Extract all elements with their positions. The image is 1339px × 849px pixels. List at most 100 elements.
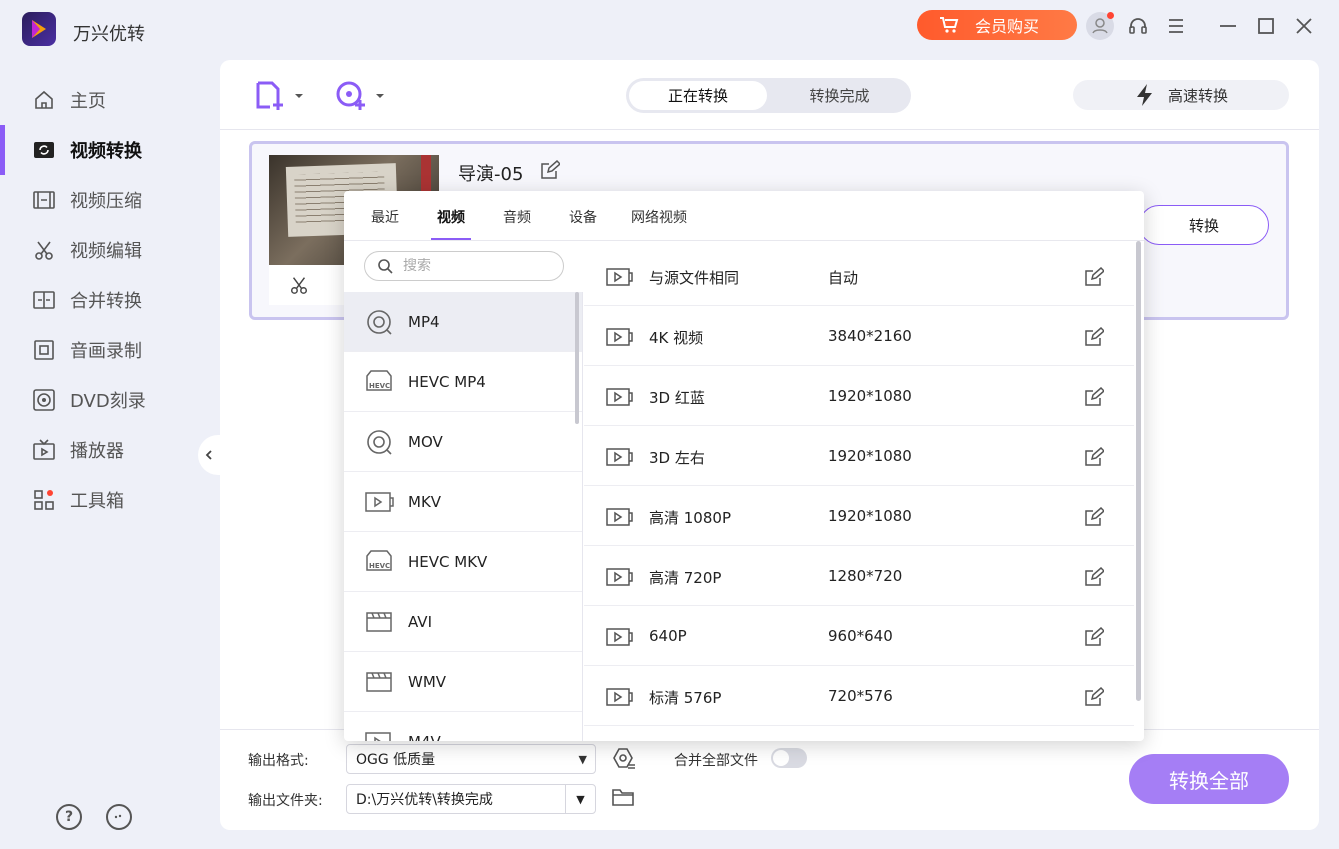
- tab-recent[interactable]: 最近: [371, 207, 399, 227]
- sidebar-item-toolbox[interactable]: 工具箱: [0, 475, 218, 525]
- svg-text:HEVC: HEVC: [369, 382, 390, 390]
- close-icon[interactable]: [1290, 12, 1318, 40]
- preset-row[interactable]: 标清 576P 720*576: [584, 666, 1134, 726]
- preset-row[interactable]: 3D 左右 1920*1080: [584, 426, 1134, 486]
- vip-purchase-button[interactable]: 会员购买: [917, 10, 1077, 40]
- sidebar-item-video-compress[interactable]: 视频压缩: [0, 175, 218, 225]
- format-item-hevc-mkv[interactable]: HEVC HEVC MKV: [344, 532, 582, 592]
- video-preset-icon: [606, 568, 634, 590]
- fast-convert-label: 高速转换: [1167, 86, 1228, 105]
- sidebar-item-label: 视频转换: [70, 141, 142, 162]
- output-format-value: OGG 低质量: [356, 752, 436, 768]
- sidebar-item-video-convert[interactable]: 视频转换: [0, 125, 218, 175]
- svg-text:HEVC: HEVC: [369, 562, 390, 570]
- video-preset-icon: [606, 268, 634, 290]
- sidebar-item-label: 主页: [70, 91, 106, 112]
- edit-preset-icon[interactable]: [1084, 386, 1106, 411]
- format-item-hevc-mp4[interactable]: HEVC HEVC MP4: [344, 352, 582, 412]
- edit-preset-icon[interactable]: [1084, 566, 1106, 591]
- record-icon: [32, 338, 56, 362]
- folder-dropdown-button[interactable]: ▼: [565, 785, 595, 813]
- maximize-icon[interactable]: [1252, 12, 1280, 40]
- edit-preset-icon[interactable]: [1084, 446, 1106, 471]
- format-item-avi[interactable]: AVI: [344, 592, 582, 652]
- sidebar-item-record[interactable]: 音画录制: [0, 325, 218, 375]
- output-folder-value: D:\万兴优转\转换完成: [356, 792, 493, 808]
- tab-converting[interactable]: 正在转换: [629, 81, 767, 110]
- video-preset-icon: [606, 688, 634, 710]
- preset-row[interactable]: 高清 720P 1280*720: [584, 546, 1134, 606]
- search-input[interactable]: [403, 258, 543, 274]
- feedback-icon[interactable]: [106, 804, 132, 830]
- preset-row[interactable]: 与源文件相同 自动: [584, 246, 1134, 306]
- app-title: 万兴优转: [73, 24, 145, 45]
- sidebar-item-player[interactable]: 播放器: [0, 425, 218, 475]
- format-settings-icon[interactable]: [611, 746, 637, 776]
- output-folder-field[interactable]: D:\万兴优转\转换完成: [346, 784, 596, 814]
- edit-preset-icon[interactable]: [1084, 266, 1106, 291]
- add-file-button[interactable]: [254, 80, 304, 112]
- caret-down-icon: [295, 94, 303, 98]
- tab-done[interactable]: 转换完成: [771, 81, 908, 110]
- clapper-icon: [364, 667, 394, 697]
- preset-row[interactable]: 3D 红蓝 1920*1080: [584, 366, 1134, 426]
- preset-row[interactable]: 640P 960*640: [584, 606, 1134, 666]
- user-avatar[interactable]: [1086, 12, 1114, 40]
- convert-button[interactable]: 转换: [1139, 205, 1269, 245]
- format-label: HEVC MKV: [408, 552, 488, 571]
- edit-preset-icon[interactable]: [1084, 326, 1106, 351]
- convert-all-button[interactable]: 转换全部: [1129, 754, 1289, 804]
- video-preset-icon: [606, 508, 634, 530]
- merge-all-toggle[interactable]: [771, 748, 807, 768]
- preset-name: 640P: [649, 627, 687, 645]
- merge-all-label: 合并全部文件: [674, 753, 758, 769]
- format-label: MP4: [408, 312, 440, 331]
- help-icon[interactable]: ?: [56, 804, 82, 830]
- edit-preset-icon[interactable]: [1084, 686, 1106, 711]
- sidebar-item-label: 工具箱: [70, 491, 124, 512]
- dvd-icon: [32, 388, 56, 412]
- preset-resolution: 1920*1080: [828, 447, 912, 465]
- sidebar-item-label: 视频编辑: [70, 241, 142, 262]
- format-item-wmv[interactable]: WMV: [344, 652, 582, 712]
- scissors-icon[interactable]: [289, 275, 309, 295]
- format-item-mov[interactable]: MOV: [344, 412, 582, 472]
- toolbar-divider: [220, 129, 1319, 130]
- output-format-select[interactable]: OGG 低质量 ▼: [346, 744, 596, 774]
- format-search[interactable]: [364, 251, 564, 281]
- menu-icon[interactable]: [1162, 12, 1190, 40]
- format-list-scrollbar[interactable]: [575, 292, 579, 424]
- add-disc-button[interactable]: [335, 80, 385, 112]
- tab-video[interactable]: 视频: [431, 207, 471, 240]
- tab-device[interactable]: 设备: [569, 207, 597, 227]
- edit-preset-icon[interactable]: [1084, 626, 1106, 651]
- user-icon: [1086, 12, 1114, 40]
- preset-name: 4K 视频: [649, 329, 704, 347]
- format-item-mkv[interactable]: MKV: [344, 472, 582, 532]
- chevron-down-icon: ▼: [576, 792, 585, 806]
- preset-resolution: 自动: [828, 269, 859, 287]
- tab-web-video[interactable]: 网络视频: [631, 207, 687, 227]
- sidebar-item-merge[interactable]: 合并转换: [0, 275, 218, 325]
- minimize-icon[interactable]: [1214, 12, 1242, 40]
- sidebar-item-video-edit[interactable]: 视频编辑: [0, 225, 218, 275]
- preset-row[interactable]: 高清 1080P 1920*1080: [584, 486, 1134, 546]
- sidebar-item-home[interactable]: 主页: [0, 75, 218, 125]
- home-icon: [32, 88, 56, 112]
- format-item-m4v[interactable]: M4V: [344, 712, 582, 741]
- format-popup: 最近 视频 音频 设备 网络视频 MP4 HEVC HEVC MP4 MOV M…: [344, 191, 1144, 741]
- headset-icon[interactable]: [1124, 12, 1152, 40]
- preset-list-scrollbar[interactable]: [1136, 241, 1141, 701]
- sidebar-item-dvd[interactable]: DVD刻录: [0, 375, 218, 425]
- video-file-icon: [364, 487, 394, 517]
- file-name: 导演-05: [458, 164, 524, 185]
- format-item-mp4[interactable]: MP4: [344, 292, 582, 352]
- fast-convert-button[interactable]: 高速转换: [1073, 80, 1289, 110]
- edit-preset-icon[interactable]: [1084, 506, 1106, 531]
- edit-icon[interactable]: [540, 159, 562, 184]
- preset-row[interactable]: 4K 视频 3840*2160: [584, 306, 1134, 366]
- tab-audio[interactable]: 音频: [503, 207, 531, 227]
- folder-icon[interactable]: [611, 786, 635, 812]
- format-category-tabs: 最近 视频 音频 设备 网络视频: [344, 191, 1144, 241]
- format-label: MKV: [408, 492, 442, 511]
